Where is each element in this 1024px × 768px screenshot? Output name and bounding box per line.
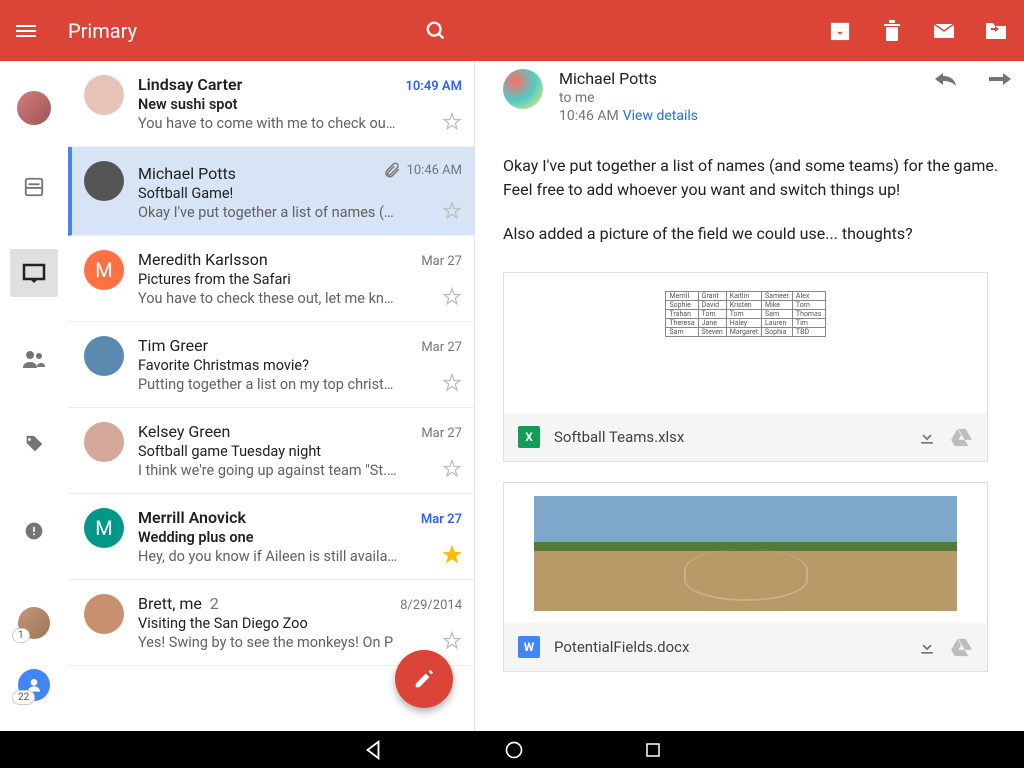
thread-avatar: M <box>84 250 124 290</box>
thread-snippet: I think we're going up against team "St.… <box>138 462 398 479</box>
download-icon[interactable] <box>917 427 937 447</box>
nav-recent-icon[interactable] <box>644 741 662 759</box>
thread-snippet: Putting together a list on my top christ… <box>138 376 398 393</box>
star-icon[interactable] <box>442 545 462 565</box>
thread-time: 8/29/2014 <box>400 598 462 613</box>
thread-avatar <box>84 161 124 201</box>
app-header: Primary <box>0 0 1024 61</box>
thread-item[interactable]: Tim Greer Mar 27 Favorite Christmas movie?… <box>68 322 474 408</box>
thread-subject: Pictures from the Safari <box>138 271 462 288</box>
thread-item[interactable]: Lindsay Carter 10:49 AM New sushi spot You … <box>68 61 474 147</box>
drive-icon[interactable] <box>951 637 973 657</box>
thread-snippet: Yes! Swing by to see the monkeys! On P <box>138 634 398 651</box>
left-rail: 1 22 <box>0 61 68 731</box>
star-icon[interactable] <box>442 112 462 132</box>
mark-unread-icon[interactable] <box>932 19 956 43</box>
forward-icon[interactable] <box>988 69 1012 87</box>
nav-back-icon[interactable] <box>362 739 384 761</box>
thread-avatar <box>84 336 124 376</box>
android-navbar <box>0 731 1024 768</box>
thread-subject: New sushi spot <box>138 96 462 113</box>
thread-sender: Meredith Karlsson <box>138 250 268 269</box>
attachment-preview: MerrillGrantKaitlinSameerAlexSophieDavid… <box>504 273 987 413</box>
thread-snippet: Hey, do you know if Aileen is still avai… <box>138 548 398 565</box>
thread-sender: Lindsay Carter <box>138 75 242 94</box>
thread-time: 10:46 AM <box>407 163 462 178</box>
rail-promotions-icon[interactable] <box>10 421 58 469</box>
search-icon[interactable] <box>424 19 448 43</box>
star-icon[interactable] <box>442 373 462 393</box>
thread-item[interactable]: M Merrill Anovick Mar 27 Wedding plus one He… <box>68 494 474 580</box>
attachment-icon <box>383 161 401 179</box>
message-to: to me <box>559 90 934 106</box>
message-body: Okay I've put together a list of names (… <box>503 154 1024 246</box>
thread-time: 10:49 AM <box>405 79 462 94</box>
header-title: Primary <box>68 19 137 43</box>
rail-inbox-icon[interactable] <box>10 163 58 211</box>
star-icon[interactable] <box>442 459 462 479</box>
rail-social-icon[interactable] <box>10 335 58 383</box>
download-icon[interactable] <box>917 637 937 657</box>
message-from: Michael Potts <box>559 69 934 88</box>
account-avatar[interactable] <box>17 91 51 125</box>
thread-time: Mar 27 <box>421 512 462 527</box>
thread-time: Mar 27 <box>421 340 462 355</box>
reply-icon[interactable] <box>934 69 958 87</box>
chat-badge-1: 1 <box>12 628 30 643</box>
thread-time: Mar 27 <box>421 426 462 441</box>
thread-subject: Wedding plus one <box>138 529 462 546</box>
attachment-preview <box>504 483 987 623</box>
thread-sender: Kelsey Green <box>138 422 230 441</box>
file-type-icon: W <box>518 636 540 658</box>
thread-sender: Merrill Anovick <box>138 508 246 527</box>
thread-item[interactable]: Kelsey Green Mar 27 Softball game Tuesday … <box>68 408 474 494</box>
thread-list: Lindsay Carter 10:49 AM New sushi spot You … <box>68 61 475 731</box>
delete-icon[interactable] <box>880 19 904 43</box>
thread-avatar <box>84 422 124 462</box>
star-icon[interactable] <box>442 287 462 307</box>
message-avatar <box>503 69 543 109</box>
message-reader: Michael Potts to me 10:46 AMView details… <box>475 61 1024 731</box>
attachment-card[interactable]: MerrillGrantKaitlinSameerAlexSophieDavid… <box>503 272 988 462</box>
thread-item[interactable]: M Meredith Karlsson Mar 27 Pictures from th… <box>68 236 474 322</box>
thread-subject: Favorite Christmas movie? <box>138 357 462 374</box>
chat-badge-2: 22 <box>12 690 35 705</box>
view-details-link[interactable]: View details <box>623 108 698 124</box>
thread-avatar <box>84 75 124 115</box>
thread-sender: Tim Greer <box>138 336 208 355</box>
thread-subject: Visiting the San Diego Zoo <box>138 615 462 632</box>
hamburger-icon[interactable] <box>16 22 40 40</box>
rail-updates-icon[interactable] <box>10 507 58 555</box>
thread-avatar <box>84 594 124 634</box>
star-icon[interactable] <box>442 201 462 221</box>
star-icon[interactable] <box>442 631 462 651</box>
thread-sender: Michael Potts <box>138 164 236 183</box>
attachments: MerrillGrantKaitlinSameerAlexSophieDavid… <box>503 272 1024 672</box>
archive-icon[interactable] <box>828 19 852 43</box>
attachment-name: Softball Teams.xlsx <box>554 428 903 446</box>
thread-subject: Softball Game! <box>138 185 462 202</box>
drive-icon[interactable] <box>951 427 973 447</box>
thread-avatar: M <box>84 508 124 548</box>
thread-snippet: You have to come with me to check out th… <box>138 115 398 132</box>
compose-button[interactable] <box>395 650 453 708</box>
move-to-icon[interactable] <box>984 19 1008 43</box>
thread-snippet: You have to check these out, let me know… <box>138 290 398 307</box>
file-type-icon: X <box>518 426 540 448</box>
thread-snippet: Okay I've put together a list of names (… <box>138 204 398 221</box>
nav-home-icon[interactable] <box>504 740 524 760</box>
thread-sender: Brett, me 2 <box>138 594 219 613</box>
message-time: 10:46 AMView details <box>559 108 934 124</box>
attachment-card[interactable]: W PotentialFields.docx <box>503 482 988 672</box>
thread-item[interactable]: Michael Potts 10:46 AM Softball Game! Okay … <box>68 147 474 236</box>
rail-primary-icon[interactable] <box>10 249 58 297</box>
thread-subject: Softball game Tuesday night <box>138 443 462 460</box>
thread-time: Mar 27 <box>421 254 462 269</box>
attachment-name: PotentialFields.docx <box>554 638 903 656</box>
